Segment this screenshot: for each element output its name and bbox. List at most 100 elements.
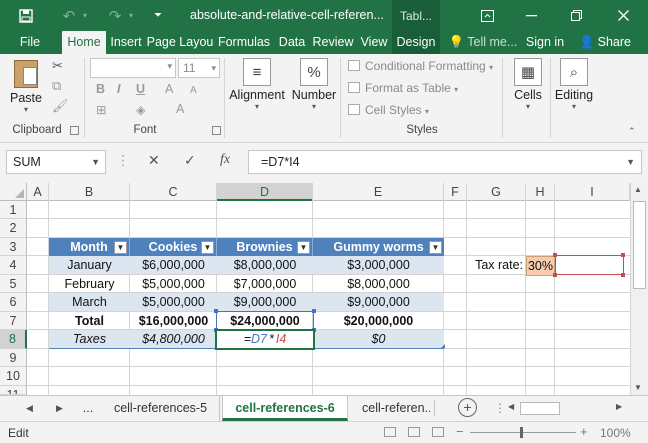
- enter-icon[interactable]: ✓: [184, 152, 196, 169]
- zoom-level[interactable]: 100%: [600, 426, 631, 440]
- sheet-tab-cell-references-5[interactable]: cell-references-5: [102, 396, 220, 421]
- filter-dropdown-icon[interactable]: ▼: [201, 241, 214, 254]
- cell-h4[interactable]: 30%: [526, 256, 555, 276]
- italic-icon[interactable]: I: [117, 82, 120, 96]
- font-grow-icon[interactable]: A: [165, 82, 173, 96]
- horizontal-scroll-thumb[interactable]: [520, 402, 560, 415]
- zoom-in-icon[interactable]: +: [580, 424, 588, 439]
- customize-toolbar-icon[interactable]: ⏷: [148, 0, 168, 31]
- cell-c5[interactable]: $5,000,000: [130, 275, 217, 293]
- formula-input[interactable]: =D7*I4 ▼: [248, 150, 642, 174]
- sheet-tab-cell-references-6[interactable]: cell-references-6: [222, 396, 348, 421]
- column-header-i[interactable]: I: [555, 183, 630, 201]
- row-header-11[interactable]: 11: [0, 386, 27, 395]
- column-header-b[interactable]: B: [49, 183, 130, 201]
- tab-review[interactable]: Review: [310, 31, 356, 54]
- font-launcher-icon[interactable]: [212, 126, 221, 135]
- sign-in-link[interactable]: Sign in: [522, 31, 568, 54]
- cells-button[interactable]: ▦ Cells ▾: [506, 58, 550, 111]
- zoom-slider-thumb[interactable]: [520, 427, 523, 438]
- collapse-ribbon-icon[interactable]: ⌃: [628, 126, 636, 137]
- cell-d6[interactable]: $9,000,000: [217, 293, 313, 311]
- redo-icon[interactable]: ↷: [104, 0, 126, 31]
- cell-d5[interactable]: $7,000,000: [217, 275, 313, 293]
- zoom-slider[interactable]: [470, 432, 576, 433]
- font-shrink-icon[interactable]: A: [190, 85, 197, 96]
- tab-view[interactable]: View: [357, 31, 391, 54]
- table-header-cookies[interactable]: Cookies ▼: [130, 238, 217, 256]
- reference-handle[interactable]: [621, 253, 625, 257]
- scroll-right-icon[interactable]: ▶: [616, 402, 622, 411]
- save-icon[interactable]: [14, 0, 38, 31]
- zoom-out-icon[interactable]: −: [456, 424, 464, 439]
- cell-styles-button[interactable]: Cell Styles ▾: [348, 103, 429, 117]
- tab-page-layout[interactable]: Page Layou: [146, 31, 214, 54]
- row-header-5[interactable]: 5: [0, 275, 27, 293]
- tab-home[interactable]: Home: [62, 31, 106, 54]
- resize-handle-icon[interactable]: ⋮: [116, 152, 130, 169]
- minimize-icon[interactable]: [520, 0, 542, 31]
- select-all-corner[interactable]: [0, 183, 27, 201]
- reference-handle[interactable]: [553, 253, 557, 257]
- fill-color-icon[interactable]: ◈: [136, 102, 146, 117]
- borders-icon[interactable]: ⊞: [96, 102, 106, 117]
- cell-e6[interactable]: $9,000,000: [313, 293, 444, 311]
- paste-button[interactable]: Paste ▾: [6, 58, 46, 114]
- row-header-2[interactable]: 2: [0, 219, 27, 238]
- cell-e8[interactable]: $0: [313, 330, 444, 348]
- reference-handle[interactable]: [312, 309, 316, 313]
- cell-c4[interactable]: $6,000,000: [130, 256, 217, 274]
- column-header-h[interactable]: H: [526, 183, 555, 201]
- reference-handle[interactable]: [214, 309, 218, 313]
- column-header-a[interactable]: A: [27, 183, 49, 201]
- restore-icon[interactable]: [565, 0, 587, 31]
- worksheet-grid[interactable]: A B C D E F G H I 1 2 3 4 5 6 7 8 9 10 1…: [0, 183, 648, 395]
- close-icon[interactable]: [612, 0, 634, 31]
- scroll-down-icon[interactable]: ▼: [634, 383, 642, 392]
- alignment-button[interactable]: ≡ Alignment ▾: [226, 58, 288, 111]
- row-header-4[interactable]: 4: [0, 256, 27, 275]
- tab-split-handle-icon[interactable]: ⋮: [494, 401, 506, 415]
- row-header-3[interactable]: 3: [0, 238, 27, 256]
- scroll-left-icon[interactable]: ◀: [508, 402, 514, 411]
- share-button[interactable]: 👤 Share: [575, 31, 635, 54]
- undo-dropdown-icon[interactable]: ▾: [80, 0, 90, 31]
- cell-g4[interactable]: Tax rate:: [467, 256, 526, 274]
- cell-e5[interactable]: $8,000,000: [313, 275, 444, 293]
- cell-b7[interactable]: Total: [49, 312, 130, 330]
- tab-design[interactable]: Design: [392, 31, 440, 54]
- clipboard-launcher-icon[interactable]: [70, 126, 79, 135]
- sheet-tab-cell-references-7[interactable]: cell-referen...: [350, 396, 430, 421]
- vertical-scroll-thumb[interactable]: [633, 201, 646, 289]
- cell-e7[interactable]: $20,000,000: [313, 312, 444, 330]
- column-header-c[interactable]: C: [130, 183, 217, 201]
- cell-b5[interactable]: February: [49, 275, 130, 293]
- cell-d4[interactable]: $8,000,000: [217, 256, 313, 274]
- cell-b4[interactable]: January: [49, 256, 130, 274]
- filter-dropdown-icon[interactable]: ▼: [297, 241, 310, 254]
- redo-dropdown-icon[interactable]: ▾: [126, 0, 136, 31]
- more-sheets-button[interactable]: ...: [76, 396, 100, 421]
- cell-c7[interactable]: $16,000,000: [130, 312, 217, 330]
- format-painter-icon[interactable]: 🖌: [52, 98, 69, 114]
- vertical-scrollbar[interactable]: ▲ ▼: [630, 183, 648, 395]
- editing-button[interactable]: ⌕ Editing ▾: [552, 58, 596, 111]
- add-sheet-icon[interactable]: +: [458, 398, 477, 417]
- cut-icon[interactable]: ✂: [52, 58, 63, 74]
- insert-function-icon[interactable]: fx: [220, 152, 230, 168]
- cell-e4[interactable]: $3,000,000: [313, 256, 444, 274]
- table-header-month[interactable]: Month ▼: [49, 238, 130, 256]
- filter-dropdown-icon[interactable]: ▼: [429, 241, 442, 254]
- table-header-gummy-worms[interactable]: Gummy worms ▼: [313, 238, 444, 256]
- row-header-9[interactable]: 9: [0, 349, 27, 367]
- bold-icon[interactable]: B: [96, 82, 105, 96]
- copy-icon[interactable]: ⧉: [52, 78, 61, 94]
- column-header-f[interactable]: F: [444, 183, 467, 201]
- prev-sheet-icon[interactable]: ◀: [26, 403, 33, 414]
- column-header-d[interactable]: D: [217, 183, 313, 201]
- tell-me-search[interactable]: 💡 Tell me...: [446, 31, 520, 54]
- normal-view-icon[interactable]: [384, 427, 396, 437]
- table-header-brownies[interactable]: Brownies ▼: [217, 238, 313, 256]
- column-header-g[interactable]: G: [467, 183, 526, 201]
- filter-dropdown-icon[interactable]: ▼: [114, 241, 127, 254]
